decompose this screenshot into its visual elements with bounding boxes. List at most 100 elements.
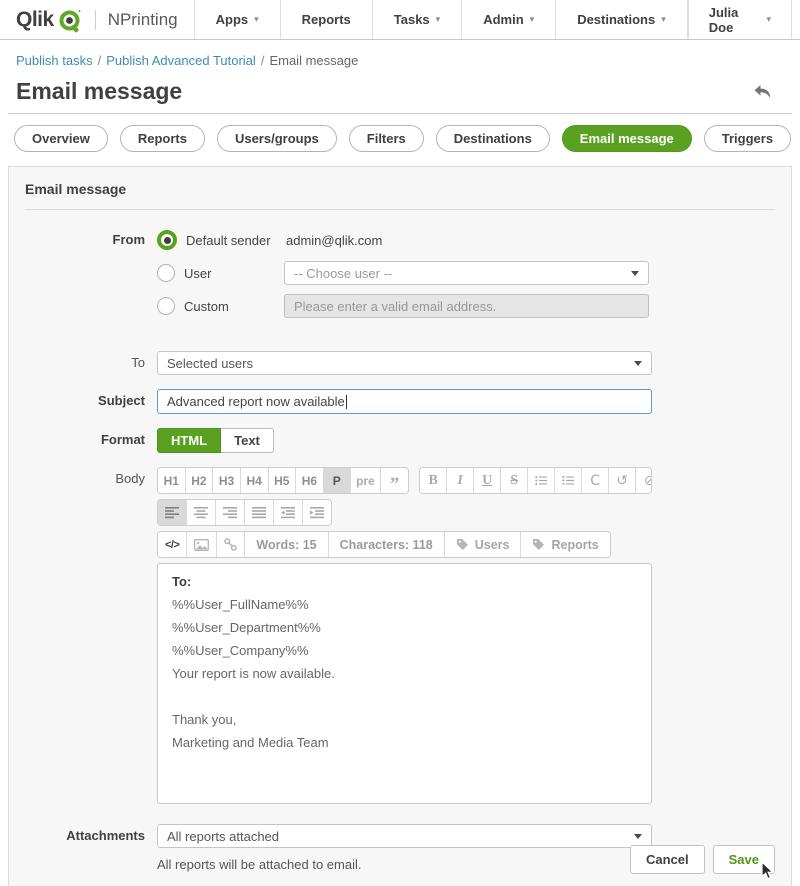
nav-item-admin[interactable]: Admin ▾ — [462, 0, 556, 39]
code-view-icon[interactable]: </> — [158, 532, 187, 557]
to-dropdown[interactable]: Selected users — [157, 351, 652, 375]
panel-divider — [25, 209, 775, 210]
user-menu[interactable]: Julia Doe ▾ — [688, 0, 792, 39]
outdent-icon[interactable] — [274, 500, 303, 525]
insert-group: </> Word — [157, 531, 611, 558]
clear-formatting-icon[interactable]: ⊘ — [636, 468, 652, 493]
unordered-list-icon[interactable] — [528, 468, 555, 493]
attachments-dropdown[interactable]: All reports attached — [157, 824, 652, 848]
editor-toolbar-row-1: H1 H2 H3 H4 H5 H6 P pre ” B I U S — [157, 467, 652, 494]
radio-user[interactable] — [157, 264, 175, 282]
dropdown-caret-icon — [634, 834, 642, 839]
tab-overview[interactable]: Overview — [14, 125, 108, 152]
breadcrumb-link-publish-advanced-tutorial[interactable]: Publish Advanced Tutorial — [106, 53, 256, 68]
from-default-sender-option: Default sender admin@qlik.com — [157, 228, 652, 252]
tab-triggers[interactable]: Triggers — [704, 125, 791, 152]
body-line: %%User_FullName%% — [172, 598, 637, 611]
format-label: Format — [9, 428, 157, 447]
insert-image-icon[interactable] — [187, 532, 217, 557]
subject-row: Subject Advanced report now available — [9, 389, 791, 414]
qlik-logo[interactable]: Qlik NPrinting — [0, 0, 195, 39]
breadcrumb: Publish tasks/Publish Advanced Tutorial/… — [0, 40, 800, 74]
users-tag-button[interactable]: Users — [445, 532, 522, 557]
block-format-group: H1 H2 H3 H4 H5 H6 P pre ” — [157, 467, 409, 494]
body-label: Body — [9, 467, 157, 486]
ordered-list-icon[interactable] — [555, 468, 582, 493]
nav-item-destinations[interactable]: Destinations ▾ — [556, 0, 688, 39]
align-justify-icon[interactable] — [245, 500, 274, 525]
panel-header: Email message — [9, 167, 791, 209]
nav-item-reports[interactable]: Reports — [281, 0, 373, 39]
save-button[interactable]: Save — [713, 845, 775, 874]
h3-button[interactable]: H3 — [213, 468, 241, 493]
strikethrough-button[interactable]: S — [501, 468, 528, 493]
word-count: Words: 15 — [245, 532, 328, 557]
qlik-q-icon — [58, 7, 83, 33]
undo-icon[interactable] — [753, 84, 772, 100]
subject-input[interactable]: Advanced report now available — [157, 389, 652, 414]
format-html-button[interactable]: HTML — [157, 428, 221, 453]
tag-icon — [532, 538, 545, 551]
subject-label: Subject — [9, 389, 157, 408]
to-label: To — [9, 351, 157, 370]
reports-tag-button[interactable]: Reports — [521, 532, 609, 557]
body-line: Thank you, — [172, 713, 637, 726]
email-message-panel: Email message From Default sender admin@… — [8, 166, 792, 886]
product-name: NPrinting — [108, 10, 178, 30]
align-center-icon[interactable] — [187, 500, 216, 525]
redo-icon[interactable]: C — [582, 468, 609, 493]
body-line: %%User_Department%% — [172, 621, 637, 634]
from-user-option: User -- Choose user -- — [157, 261, 652, 285]
breadcrumb-link-publish-tasks[interactable]: Publish tasks — [16, 53, 93, 68]
nav-item-tasks[interactable]: Tasks ▾ — [373, 0, 462, 39]
chevron-down-icon: ▾ — [436, 14, 441, 25]
h4-button[interactable]: H4 — [241, 468, 269, 493]
h2-button[interactable]: H2 — [186, 468, 214, 493]
tab-reports[interactable]: Reports — [120, 125, 205, 152]
format-text-button[interactable]: Text — [221, 428, 274, 453]
align-right-icon[interactable] — [216, 500, 245, 525]
indent-icon[interactable] — [303, 500, 331, 525]
chevron-down-icon: ▾ — [530, 14, 535, 25]
default-sender-email: admin@qlik.com — [286, 232, 382, 248]
tab-email-message[interactable]: Email message — [562, 125, 692, 152]
insert-link-icon[interactable] — [217, 532, 245, 557]
undo-icon[interactable]: ↺ — [609, 468, 636, 493]
radio-custom[interactable] — [157, 297, 175, 315]
inline-format-group: B I U S — [419, 467, 652, 494]
qlik-wordmark: Qlik — [16, 8, 54, 32]
h5-button[interactable]: H5 — [269, 468, 297, 493]
h6-button[interactable]: H6 — [296, 468, 324, 493]
dropdown-caret-icon — [634, 361, 642, 366]
h1-button[interactable]: H1 — [158, 468, 186, 493]
body-row: Body H1 H2 H3 H4 H5 H6 P pre ” — [9, 467, 791, 804]
body-line: Your report is now available. — [172, 667, 637, 680]
dropdown-caret-icon — [631, 271, 639, 276]
paragraph-button[interactable]: P — [324, 468, 351, 493]
bold-button[interactable]: B — [420, 468, 447, 493]
blockquote-icon[interactable]: ” — [381, 468, 408, 493]
page: Qlik NPrinting Apps ▾ Reports Tasks ▾ — [0, 0, 800, 886]
choose-user-dropdown[interactable]: -- Choose user -- — [284, 261, 649, 285]
nav-item-apps[interactable]: Apps ▾ — [195, 0, 281, 39]
align-left-icon[interactable] — [158, 500, 187, 525]
from-custom-option: Custom Please enter a valid email addres… — [157, 294, 652, 318]
italic-button[interactable]: I — [447, 468, 474, 493]
attachments-help-text: All reports will be attached to email. — [157, 857, 652, 872]
tab-users-groups[interactable]: Users/groups — [217, 125, 337, 152]
chevron-down-icon: ▾ — [766, 14, 771, 25]
logo-divider — [95, 10, 96, 30]
tab-destinations[interactable]: Destinations — [436, 125, 550, 152]
text-cursor — [346, 395, 347, 409]
custom-email-input[interactable]: Please enter a valid email address. — [284, 294, 649, 318]
tab-filters[interactable]: Filters — [349, 125, 424, 152]
from-row: From Default sender admin@qlik.com User … — [9, 228, 791, 327]
radio-default-sender[interactable] — [157, 230, 177, 250]
cancel-button[interactable]: Cancel — [630, 845, 705, 874]
pre-button[interactable]: pre — [351, 468, 381, 493]
chevron-down-icon: ▾ — [661, 14, 666, 25]
underline-button[interactable]: U — [474, 468, 501, 493]
email-body-editor[interactable]: To: %%User_FullName%% %%User_Department%… — [157, 563, 652, 804]
top-navbar: Qlik NPrinting Apps ▾ Reports Tasks ▾ — [0, 0, 800, 40]
chevron-down-icon: ▾ — [254, 14, 259, 25]
